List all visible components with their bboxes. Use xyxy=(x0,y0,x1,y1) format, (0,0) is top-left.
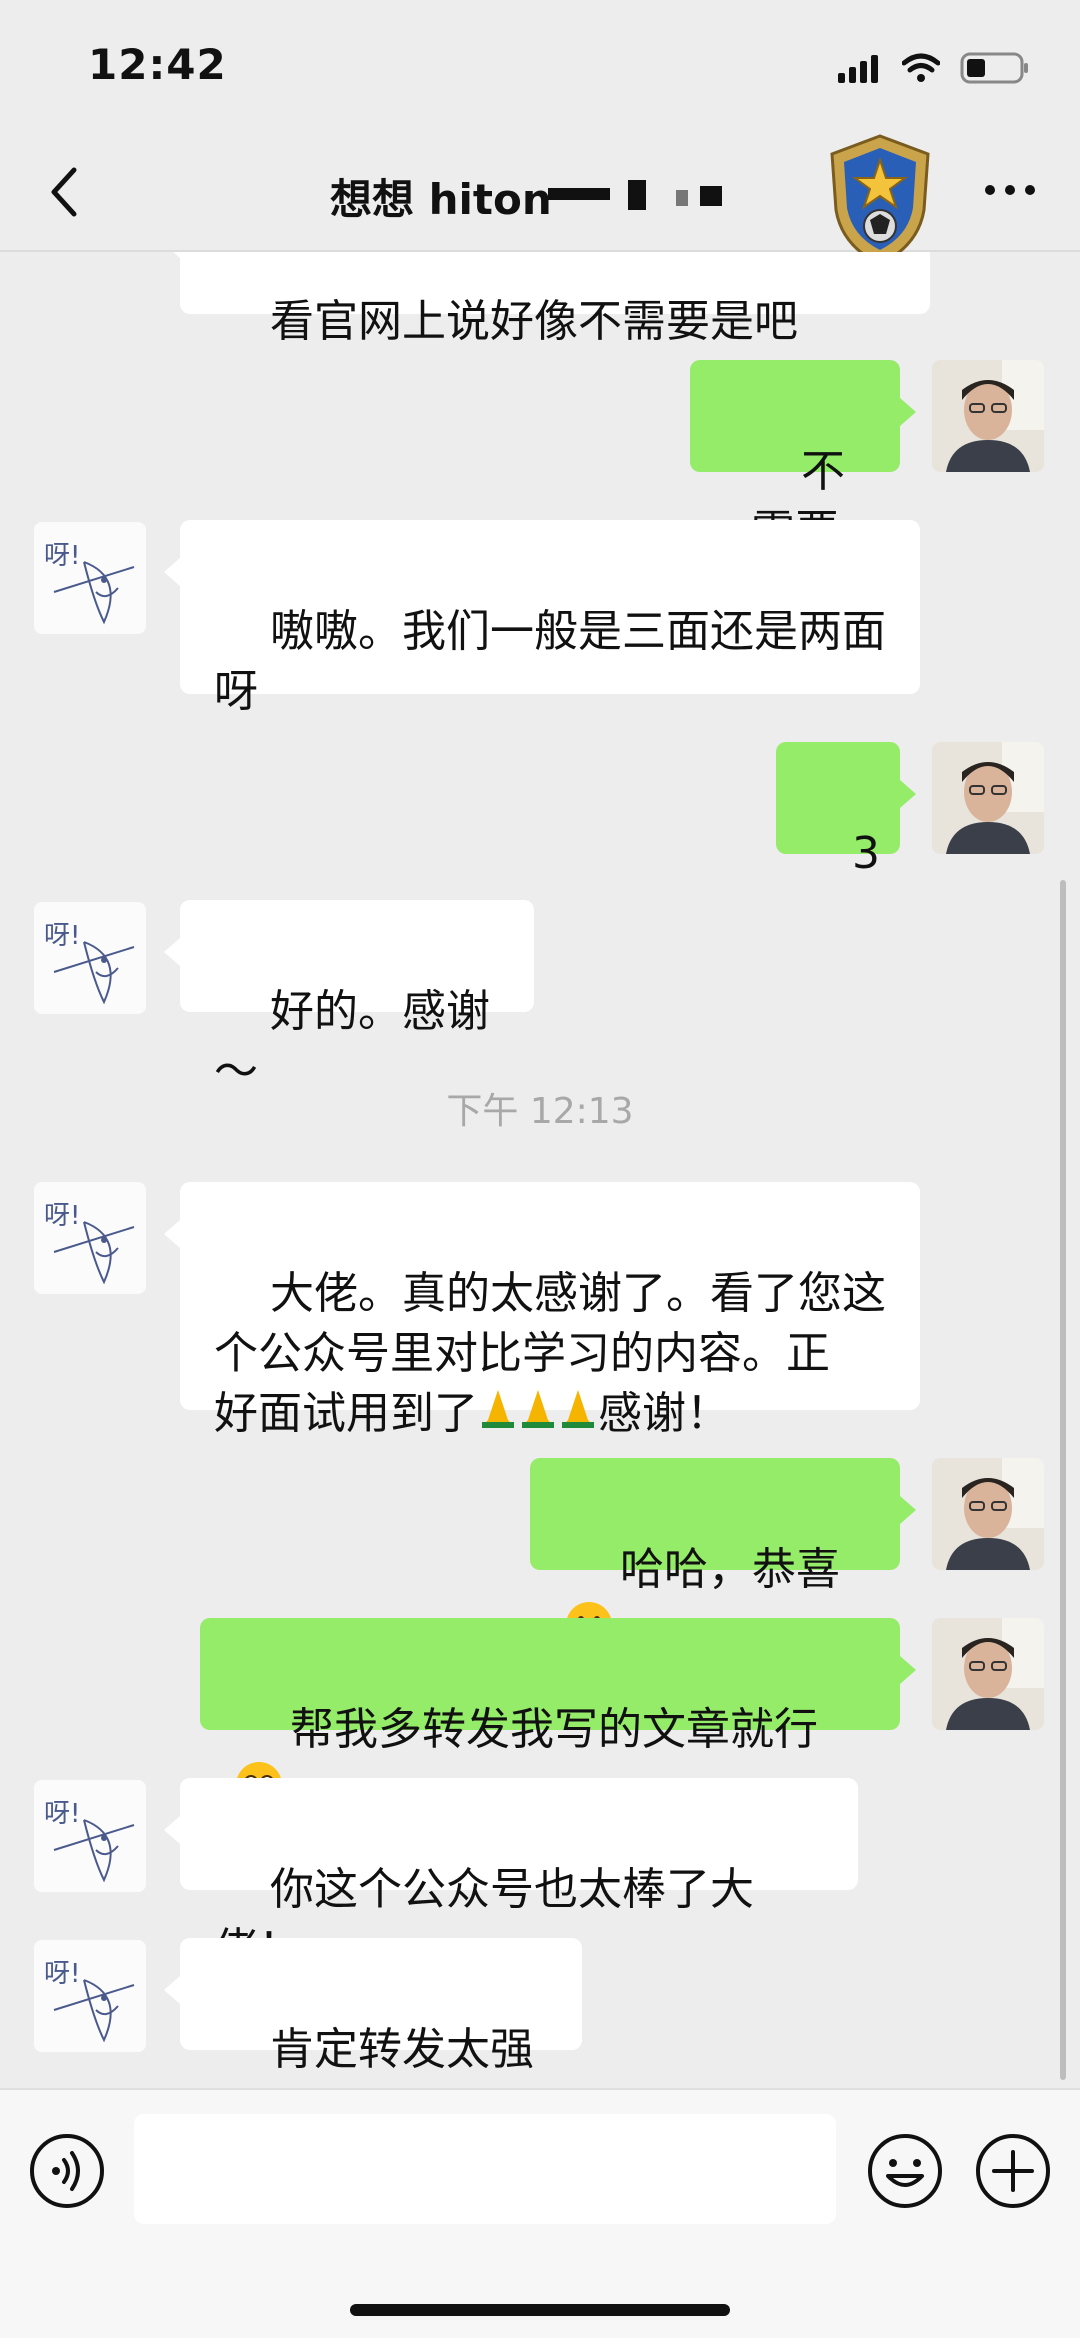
avatar-text: 呀! xyxy=(44,1201,80,1231)
contact-avatar[interactable]: 呀! xyxy=(34,522,146,634)
contact-avatar[interactable]: 呀! xyxy=(34,1940,146,2052)
contact-avatar[interactable]: 呀! xyxy=(34,1182,146,1294)
contact-avatar[interactable]: 呀! xyxy=(34,1780,146,1892)
status-time: 12:42 xyxy=(88,40,227,89)
wifi-icon xyxy=(902,53,940,82)
message-bubble-incoming[interactable]: 肯定转发太强了 xyxy=(164,1938,582,2088)
sketch-avatar-icon: 呀! xyxy=(34,902,146,1014)
more-options-icon[interactable] xyxy=(980,175,1040,205)
person-photo-icon xyxy=(932,742,1044,854)
home-indicator[interactable] xyxy=(350,2304,730,2316)
back-chevron-icon[interactable] xyxy=(40,162,90,222)
message-bubble-outgoing[interactable]: 帮我多转发我写的文章就行 xyxy=(200,1618,916,1808)
my-avatar[interactable] xyxy=(932,360,1044,472)
scrollbar[interactable] xyxy=(1060,880,1066,2080)
message-bubble-outgoing[interactable]: 3 xyxy=(776,742,916,879)
message-bubble-outgoing[interactable]: 哈哈，恭喜 xyxy=(530,1458,916,1648)
title-redaction xyxy=(628,180,646,210)
title-redaction xyxy=(676,190,688,206)
input-bar xyxy=(0,2088,1080,2338)
my-avatar[interactable] xyxy=(932,1458,1044,1570)
shield-star-badge-icon xyxy=(830,134,930,266)
plus-icon[interactable] xyxy=(974,2132,1052,2210)
title-redaction xyxy=(700,186,722,206)
avatar-text: 呀! xyxy=(44,1799,80,1829)
message-text: 感谢！ xyxy=(598,1388,730,1439)
person-photo-icon xyxy=(932,1458,1044,1570)
message-list[interactable]: 看官网上说好像不需要是吧 不需要 呀! 嗷嗷。我们一般是三面还是两面 呀 3 xyxy=(0,252,1080,2088)
message-bubble-incoming[interactable]: 嗷嗷。我们一般是三面还是两面 呀 xyxy=(164,520,920,717)
person-photo-icon xyxy=(932,360,1044,472)
message-text: 3 xyxy=(851,828,880,879)
person-photo-icon xyxy=(932,1618,1044,1730)
message-bubble-incoming[interactable]: 大佬。真的太感谢了。看了您这 个公众号里对比学习的内容。正 好面试用到了 感谢！ xyxy=(164,1182,920,1439)
folded-hands-emoji xyxy=(478,1386,598,1446)
sketch-avatar-icon: 呀! xyxy=(34,1780,146,1892)
message-input[interactable] xyxy=(134,2114,836,2224)
sketch-avatar-icon: 呀! xyxy=(34,1182,146,1294)
contact-avatar[interactable]: 呀! xyxy=(34,902,146,1014)
my-avatar[interactable] xyxy=(932,742,1044,854)
status-bar: 12:42 xyxy=(0,0,1080,130)
message-bubble-incoming[interactable]: 你这个公众号也太棒了大佬！ xyxy=(164,1778,858,1975)
sketch-avatar-icon: 呀! xyxy=(34,1940,146,2052)
avatar-text: 呀! xyxy=(44,921,80,951)
emoji-icon[interactable] xyxy=(866,2132,944,2210)
voice-input-icon[interactable] xyxy=(28,2132,106,2210)
message-text: 哈哈，恭喜 xyxy=(619,1544,840,1595)
message-bubble-incoming[interactable]: 好的。感谢～ xyxy=(164,900,534,1097)
avatar-text: 呀! xyxy=(44,1959,80,1989)
avatar-text: 呀! xyxy=(44,541,80,571)
message-text: 看官网上说好像不需要是吧 xyxy=(269,296,798,347)
message-timestamp: 下午 12:13 xyxy=(446,1091,634,1132)
status-icons xyxy=(838,48,1030,88)
my-avatar[interactable] xyxy=(932,1618,1044,1730)
message-text: 帮我多转发我写的文章就行 xyxy=(289,1704,818,1755)
message-text: 好的。感谢～ xyxy=(214,986,490,1097)
message-bubble-incoming[interactable]: 看官网上说好像不需要是吧 xyxy=(164,252,930,347)
message-bubble-outgoing[interactable]: 不需要 xyxy=(690,360,916,557)
cellular-signal-icon xyxy=(838,55,878,83)
message-text: 嗷嗷。我们一般是三面还是两面 呀 xyxy=(214,606,886,717)
sketch-avatar-icon: 呀! xyxy=(34,522,146,634)
title-redaction xyxy=(548,188,610,200)
chat-header: 想想 hiton xyxy=(0,130,1080,266)
chat-title: 想想 hiton xyxy=(330,175,552,224)
message-text: 肯定转发太强了 xyxy=(214,2024,534,2088)
battery-icon xyxy=(960,52,1028,84)
